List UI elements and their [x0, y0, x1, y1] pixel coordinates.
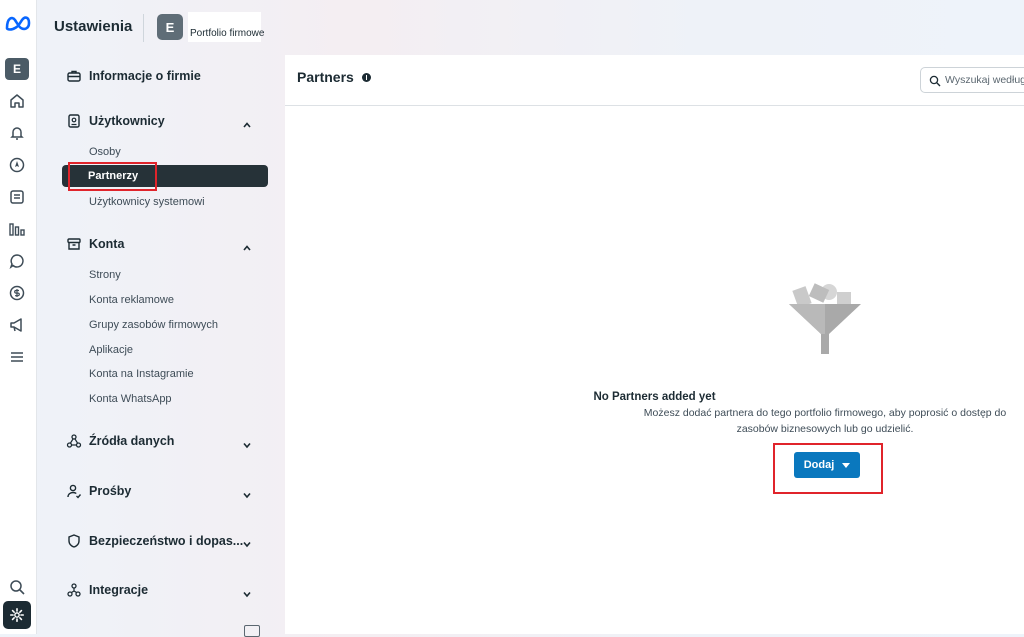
business-portfolio-avatar[interactable]: E — [157, 14, 183, 40]
sidebar-item-business-asset-groups[interactable]: Grupy zasobów firmowych — [89, 319, 218, 331]
sidebar-section-integrations[interactable]: Integracje — [66, 582, 148, 598]
archive-icon — [66, 236, 82, 252]
search-box[interactable] — [920, 67, 1024, 93]
sidebar-section-requests[interactable]: Prośby — [66, 483, 131, 499]
search-icon — [929, 74, 941, 87]
shield-icon — [66, 533, 82, 549]
business-avatar[interactable]: E — [5, 58, 29, 80]
header-divider — [143, 14, 144, 42]
empty-state-description: Możesz dodać partnera do tego portfolio … — [643, 407, 1007, 435]
sidebar-section-label: Bezpieczeństwo i dopas... — [89, 534, 244, 548]
network-icon — [66, 433, 82, 449]
chevron-down-icon[interactable] — [242, 536, 252, 548]
menu-icon[interactable] — [8, 348, 26, 366]
search-input[interactable] — [945, 71, 1024, 89]
search-icon[interactable] — [8, 578, 26, 596]
partners-title: Partners — [297, 69, 371, 85]
sidebar-item-ad-accounts[interactable]: Konta reklamowe — [89, 294, 174, 306]
main-panel: Partners No Partners added yet Możesz do… — [285, 55, 1024, 634]
bar-chart-icon[interactable] — [8, 220, 26, 238]
chevron-down-icon[interactable] — [242, 437, 252, 449]
dollar-icon[interactable] — [8, 284, 26, 302]
sidebar-item-label: Informacje o firmie — [89, 69, 201, 83]
compass-icon[interactable] — [8, 156, 26, 174]
sidebar-item-pages[interactable]: Strony — [89, 269, 121, 281]
sidebar-item-company-info[interactable]: Informacje o firmie — [66, 68, 201, 84]
gear-icon[interactable] — [3, 601, 31, 629]
sidebar-section-label: Prośby — [89, 484, 132, 498]
collapse-sidebar-icon[interactable] — [244, 625, 260, 637]
sidebar-item-whatsapp-accounts[interactable]: Konta WhatsApp — [89, 393, 172, 405]
sidebar-section-label: Integracje — [89, 583, 149, 597]
person-icon — [66, 483, 82, 499]
app-rail: E — [0, 0, 37, 634]
chevron-up-icon[interactable] — [242, 117, 252, 128]
sidebar-section-label: Konta — [89, 237, 125, 251]
empty-funnel-illustration — [785, 282, 865, 357]
meta-logo-icon[interactable] — [4, 12, 32, 34]
sidebar-section-label: Źródła danych — [89, 434, 175, 448]
chat-icon[interactable] — [8, 252, 26, 270]
business-portfolio-label: Portfolio firmowe — [190, 28, 265, 39]
partners-title-text: Partners — [297, 69, 354, 85]
bell-icon[interactable] — [8, 124, 26, 142]
sidebar-section-security[interactable]: Bezpieczeństwo i dopas... — [66, 533, 243, 549]
main-header: Partners — [285, 55, 1024, 106]
info-icon[interactable] — [361, 72, 371, 82]
chevron-up-icon[interactable] — [242, 240, 252, 251]
id-badge-icon — [66, 113, 82, 129]
home-icon[interactable] — [8, 92, 26, 110]
sidebar-item-system-users[interactable]: Użytkownicy systemowi — [89, 196, 205, 208]
sidebar-item-people[interactable]: Osoby — [89, 146, 121, 158]
highlight-box — [773, 443, 883, 494]
page-title: Ustawienia — [54, 18, 133, 35]
chevron-down-icon[interactable] — [242, 586, 252, 598]
integrations-icon — [66, 582, 82, 598]
sidebar-section-accounts[interactable]: Konta — [66, 236, 124, 252]
sidebar-section-users[interactable]: Użytkownicy — [66, 113, 165, 129]
pages-icon[interactable] — [8, 188, 26, 206]
sidebar-section-label: Użytkownicy — [89, 114, 165, 128]
sidebar-item-instagram-accounts[interactable]: Konta na Instagramie — [89, 368, 194, 380]
settings-sidebar: Informacje o firmie Użytkownicy Osoby Pa… — [36, 55, 284, 637]
megaphone-icon[interactable] — [8, 316, 26, 334]
sidebar-item-apps[interactable]: Aplikacje — [89, 344, 133, 356]
empty-state-title: No Partners added yet — [593, 391, 716, 403]
highlight-box — [68, 162, 157, 191]
sidebar-section-data-sources[interactable]: Źródła danych — [66, 433, 174, 449]
briefcase-icon — [66, 68, 82, 84]
chevron-down-icon[interactable] — [242, 487, 252, 499]
